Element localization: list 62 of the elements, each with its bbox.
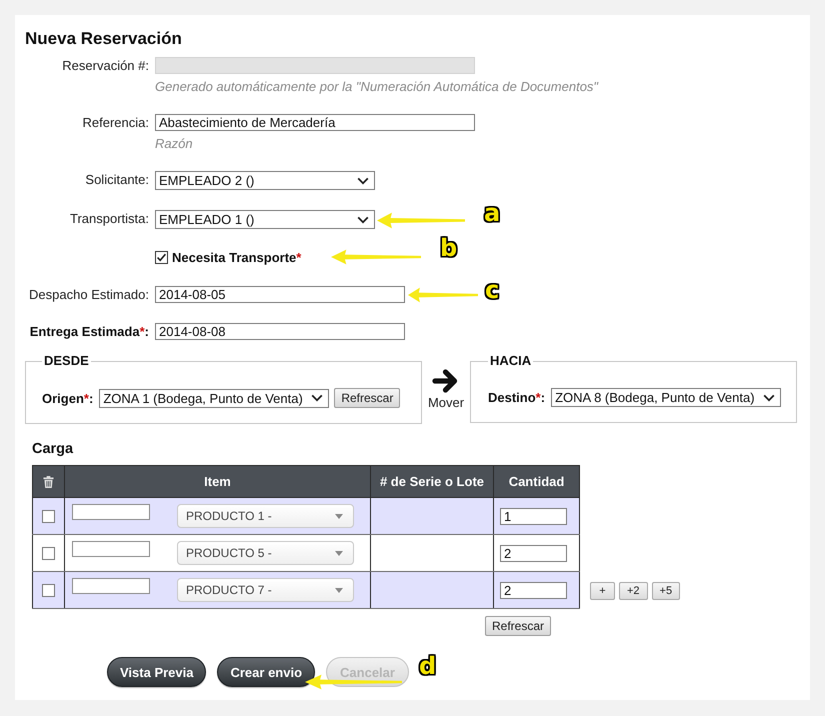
checkbox[interactable] bbox=[42, 510, 55, 522]
refresh-button[interactable]: Refrescar bbox=[334, 388, 400, 408]
chevron-down-icon bbox=[357, 216, 369, 224]
code-input-field[interactable] bbox=[72, 541, 150, 557]
annotation-label: a bbox=[484, 201, 500, 225]
annotation-label: c bbox=[485, 278, 500, 302]
quantity-field[interactable]: 2 bbox=[500, 544, 567, 562]
date-field[interactable]: 2014-08-08 bbox=[155, 323, 405, 340]
product-dropdown[interactable]: PRODUCTO 1 - bbox=[177, 504, 354, 528]
group-legend: DESDE bbox=[42, 354, 91, 368]
chevron-down-icon bbox=[311, 394, 324, 402]
field-label: Reservación #: bbox=[62, 58, 149, 73]
chevron-down-icon bbox=[763, 394, 776, 402]
code-input-field[interactable] bbox=[72, 578, 150, 594]
caret-icon bbox=[335, 588, 343, 592]
page-title: Nueva Reservación bbox=[25, 29, 183, 49]
dropdown[interactable]: ZONA 8 (Bodega, Punto de Venta) bbox=[551, 388, 782, 407]
add-rows-button[interactable]: +2 bbox=[619, 582, 648, 600]
column-header: Cantidad bbox=[494, 466, 580, 498]
checkbox[interactable] bbox=[155, 251, 168, 264]
column-header: # de Serie o Lote bbox=[370, 466, 494, 498]
field-label: Entrega Estimada*: bbox=[30, 324, 149, 339]
chevron-down-icon bbox=[357, 176, 369, 184]
product-dropdown[interactable]: PRODUCTO 5 - bbox=[177, 541, 354, 565]
hint-text: Razón bbox=[155, 136, 193, 151]
annotation-label: b bbox=[440, 236, 458, 260]
left-arrow-icon bbox=[377, 212, 465, 229]
hint-text: Generado automáticamente por la "Numeración Automática de Documentos" bbox=[155, 79, 598, 94]
dropdown[interactable]: ZONA 1 (Bodega, Punto de Venta) bbox=[99, 388, 330, 408]
action-button[interactable]: Vista Previa bbox=[107, 657, 206, 687]
field-label: Solicitante: bbox=[85, 172, 149, 187]
caret-icon bbox=[335, 550, 343, 556]
add-rows-button[interactable]: +5 bbox=[652, 582, 680, 600]
caret-icon bbox=[335, 514, 343, 518]
checkbox[interactable] bbox=[42, 584, 55, 596]
section-title: Carga bbox=[32, 441, 74, 457]
action-button[interactable]: Crear envio bbox=[217, 657, 316, 687]
refresh-button[interactable]: Refrescar bbox=[484, 616, 551, 636]
right-arrow-icon bbox=[432, 368, 460, 394]
annotation-label: d bbox=[419, 654, 436, 678]
column-header: Item bbox=[64, 466, 370, 498]
quantity-field[interactable]: 2 bbox=[500, 582, 567, 598]
add-rows-button[interactable]: + bbox=[590, 582, 615, 600]
checkbox[interactable] bbox=[42, 546, 55, 560]
field-label: Transportista: bbox=[70, 211, 149, 226]
left-arrow-icon bbox=[331, 249, 421, 265]
field-label: Referencia: bbox=[82, 115, 149, 130]
group-legend: HACIA bbox=[488, 354, 534, 368]
trash-icon[interactable] bbox=[43, 476, 54, 488]
product-dropdown[interactable]: PRODUCTO 7 - bbox=[177, 578, 354, 602]
date-field[interactable]: 2014-08-05 bbox=[155, 286, 405, 303]
move-button[interactable]: Mover bbox=[422, 368, 470, 410]
field-label: Destino*: bbox=[488, 389, 546, 406]
field-label: Despacho Estimado: bbox=[29, 287, 149, 302]
dropdown[interactable]: EMPLEADO 2 () bbox=[155, 171, 375, 190]
text-field[interactable]: Abastecimiento de Mercadería bbox=[155, 114, 475, 131]
dropdown[interactable]: EMPLEADO 1 () bbox=[155, 210, 375, 229]
code-input-field[interactable] bbox=[72, 504, 150, 520]
field-label: Origen*: bbox=[42, 390, 94, 406]
checkbox-label: Necesita Transporte* bbox=[172, 249, 302, 266]
quantity-field[interactable]: 1 bbox=[500, 508, 567, 524]
left-arrow-icon bbox=[408, 287, 478, 303]
